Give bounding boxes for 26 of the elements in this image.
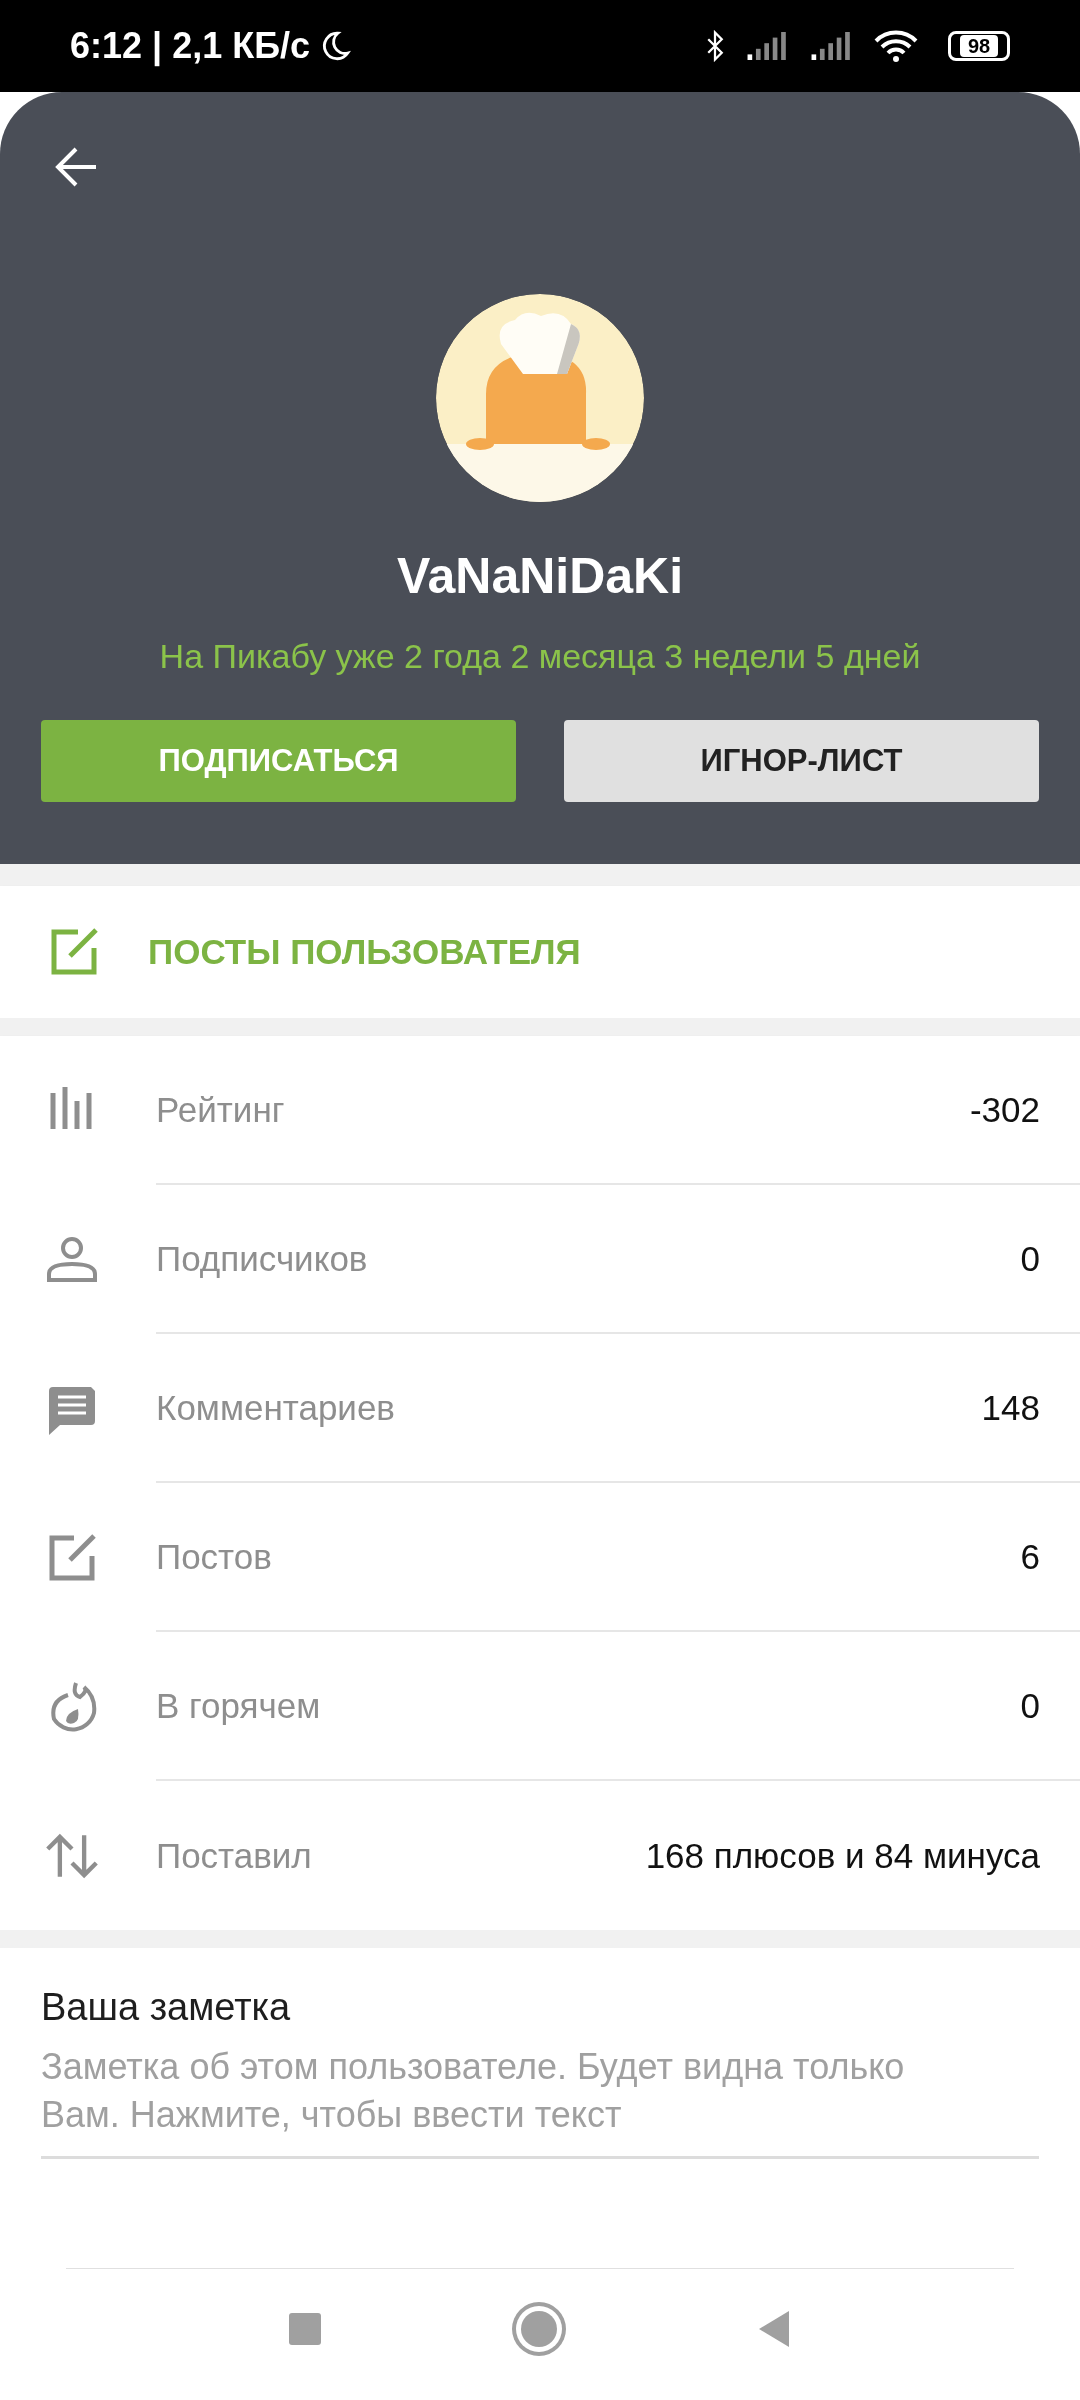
wifi-icon (874, 30, 918, 62)
note-field[interactable]: Заметка об этом пользователе. Будет видна только Вам. Нажмите, чтобы ввести текст (41, 2043, 1039, 2159)
stat-value: -302 (969, 1089, 1040, 1130)
stat-label: Комментариев (156, 1387, 395, 1428)
note-title: Ваша заметка (41, 1986, 292, 2029)
back-arrow-icon[interactable] (54, 147, 98, 187)
user-posts-link[interactable]: ПОСТЫ ПОЛЬЗОВАТЕЛЯ (0, 886, 1080, 1018)
user-posts-label: ПОСТЫ ПОЛЬЗОВАТЕЛЯ (148, 932, 581, 972)
bluetooth-icon (706, 30, 724, 62)
stat-value: 6 (1020, 1536, 1040, 1577)
stat-label: Рейтинг (156, 1089, 285, 1130)
back-icon[interactable] (757, 2309, 791, 2349)
stat-value: 168 плюсов и 84 минуса (645, 1835, 1040, 1876)
ignore-list-button[interactable]: ИГНОР-ЛИСТ (564, 720, 1039, 802)
battery-icon: 98 (948, 31, 1010, 61)
stat-value: 0 (1020, 1238, 1040, 1279)
stat-value: 148 (981, 1387, 1040, 1428)
stat-label: Подписчиков (156, 1238, 368, 1279)
stat-label: Поставил (156, 1835, 312, 1876)
subscribe-button[interactable]: ПОДПИСАТЬСЯ (41, 720, 516, 802)
stat-label: В горячем (156, 1685, 321, 1726)
username: VaNaNiDaKi (396, 547, 684, 606)
stat-value: 0 (1020, 1685, 1040, 1726)
status-time: 6:12 | 2,1 КБ/с (70, 25, 311, 67)
stat-label: Постов (156, 1536, 272, 1577)
membership-duration: На Пикабу уже 2 года 2 месяца 3 недели 5 дней (159, 636, 921, 676)
